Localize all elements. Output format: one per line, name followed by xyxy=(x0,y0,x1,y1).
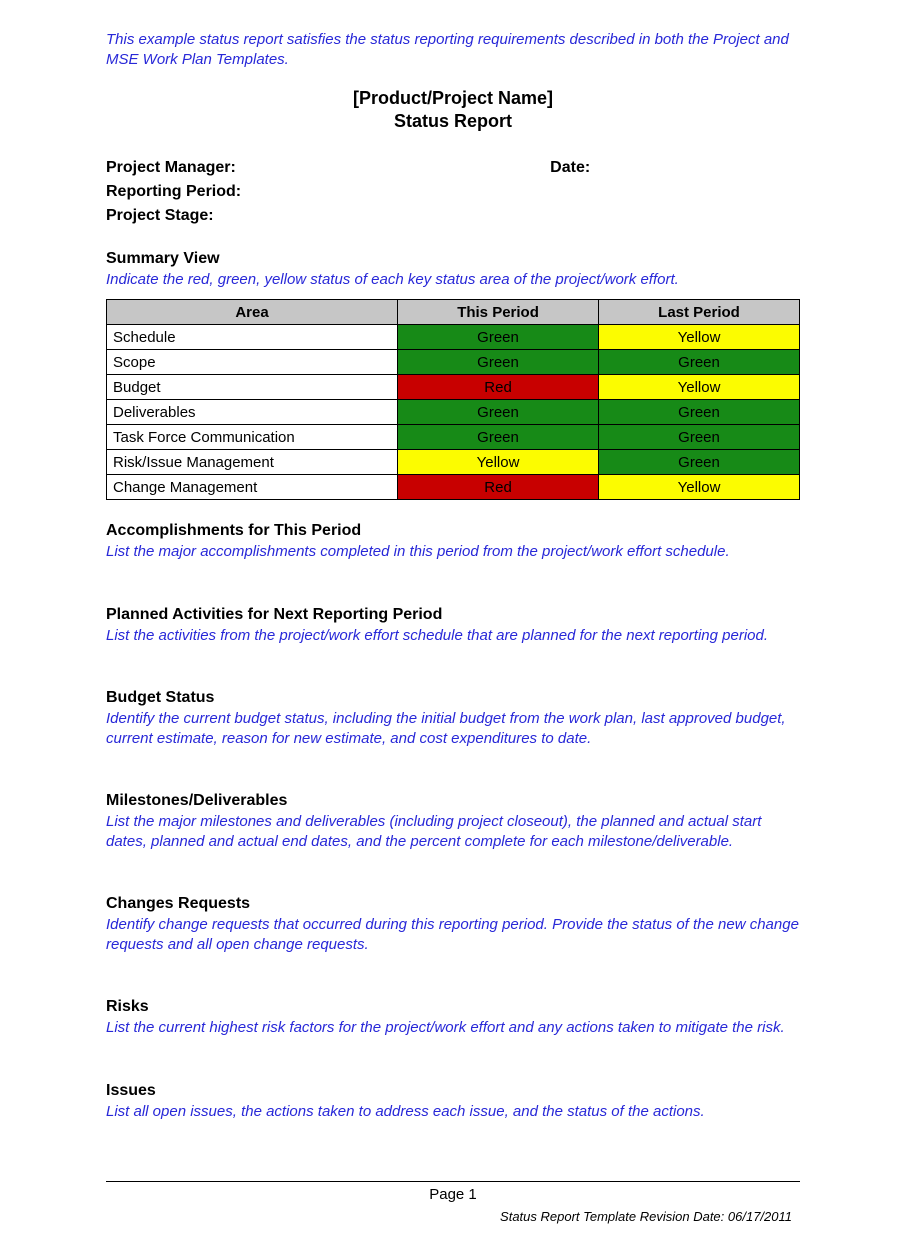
this-period-cell: Red xyxy=(398,375,599,400)
area-cell: Budget xyxy=(107,375,398,400)
section-heading: Risks xyxy=(106,998,800,1016)
area-cell: Task Force Communication xyxy=(107,425,398,450)
last-period-cell: Green xyxy=(599,350,800,375)
last-period-cell: Green xyxy=(599,425,800,450)
this-period-cell: Yellow xyxy=(398,450,599,475)
table-row: Change ManagementRedYellow xyxy=(107,475,800,500)
section-heading: Accomplishments for This Period xyxy=(106,522,800,540)
last-period-cell: Yellow xyxy=(599,375,800,400)
document-page: This example status report satisfies the… xyxy=(0,0,900,1244)
project-manager-label: Project Manager: xyxy=(106,156,550,180)
reporting-period-label: Reporting Period: xyxy=(106,180,800,204)
meta-block: Project Manager: Date: Reporting Period:… xyxy=(106,156,800,228)
section-heading: Budget Status xyxy=(106,689,800,707)
last-period-cell: Green xyxy=(599,400,800,425)
this-period-cell: Red xyxy=(398,475,599,500)
area-cell: Schedule xyxy=(107,325,398,350)
table-row: DeliverablesGreenGreen xyxy=(107,400,800,425)
date-label: Date: xyxy=(550,156,590,180)
section-block: Milestones/Deliverables List the major mi… xyxy=(106,792,800,851)
section-block: Changes Requests Identify change requests… xyxy=(106,895,800,954)
section-block: Risks List the current highest risk facto… xyxy=(106,998,800,1038)
section-heading: Milestones/Deliverables xyxy=(106,792,800,810)
table-row: ScheduleGreenYellow xyxy=(107,325,800,350)
area-cell: Change Management xyxy=(107,475,398,500)
col-last-period: Last Period xyxy=(599,300,800,325)
section-heading: Issues xyxy=(106,1082,800,1100)
table-row: Risk/Issue ManagementYellowGreen xyxy=(107,450,800,475)
section-note: List the activities from the project/wor… xyxy=(106,626,800,646)
section-note: List the current highest risk factors fo… xyxy=(106,1018,800,1038)
summary-note: Indicate the red, green, yellow status o… xyxy=(106,270,800,290)
this-period-cell: Green xyxy=(398,425,599,450)
last-period-cell: Yellow xyxy=(599,325,800,350)
area-cell: Scope xyxy=(107,350,398,375)
summary-heading: Summary View xyxy=(106,250,800,268)
area-cell: Deliverables xyxy=(107,400,398,425)
area-cell: Risk/Issue Management xyxy=(107,450,398,475)
section-note: List the major milestones and deliverabl… xyxy=(106,812,800,851)
page-footer: Page 1 xyxy=(106,1181,800,1203)
col-this-period: This Period xyxy=(398,300,599,325)
this-period-cell: Green xyxy=(398,350,599,375)
status-table: Area This Period Last Period ScheduleGre… xyxy=(106,299,800,500)
section-note: Identify the current budget status, incl… xyxy=(106,709,800,748)
section-heading: Changes Requests xyxy=(106,895,800,913)
section-block: Planned Activities for Next Reporting Pe… xyxy=(106,606,800,646)
intro-note: This example status report satisfies the… xyxy=(106,30,800,69)
revision-date: Status Report Template Revision Date: 06… xyxy=(106,1209,800,1224)
this-period-cell: Green xyxy=(398,400,599,425)
col-area: Area xyxy=(107,300,398,325)
table-row: Task Force CommunicationGreenGreen xyxy=(107,425,800,450)
section-heading: Planned Activities for Next Reporting Pe… xyxy=(106,606,800,624)
section-block: Budget Status Identify the current budget… xyxy=(106,689,800,748)
last-period-cell: Yellow xyxy=(599,475,800,500)
table-row: BudgetRedYellow xyxy=(107,375,800,400)
table-row: ScopeGreenGreen xyxy=(107,350,800,375)
section-block: Issues List all open issues, the actions … xyxy=(106,1082,800,1122)
section-note: List the major accomplishments completed… xyxy=(106,542,800,562)
last-period-cell: Green xyxy=(599,450,800,475)
page-number: Page 1 xyxy=(429,1186,477,1203)
this-period-cell: Green xyxy=(398,325,599,350)
title-line-2: Status Report xyxy=(106,110,800,133)
title-line-1: [Product/Project Name] xyxy=(106,87,800,110)
section-note: List all open issues, the actions taken … xyxy=(106,1102,800,1122)
title-block: [Product/Project Name] Status Report xyxy=(106,87,800,134)
section-note: Identify change requests that occurred d… xyxy=(106,915,800,954)
project-stage-label: Project Stage: xyxy=(106,204,800,228)
section-block: Accomplishments for This Period List the … xyxy=(106,522,800,562)
